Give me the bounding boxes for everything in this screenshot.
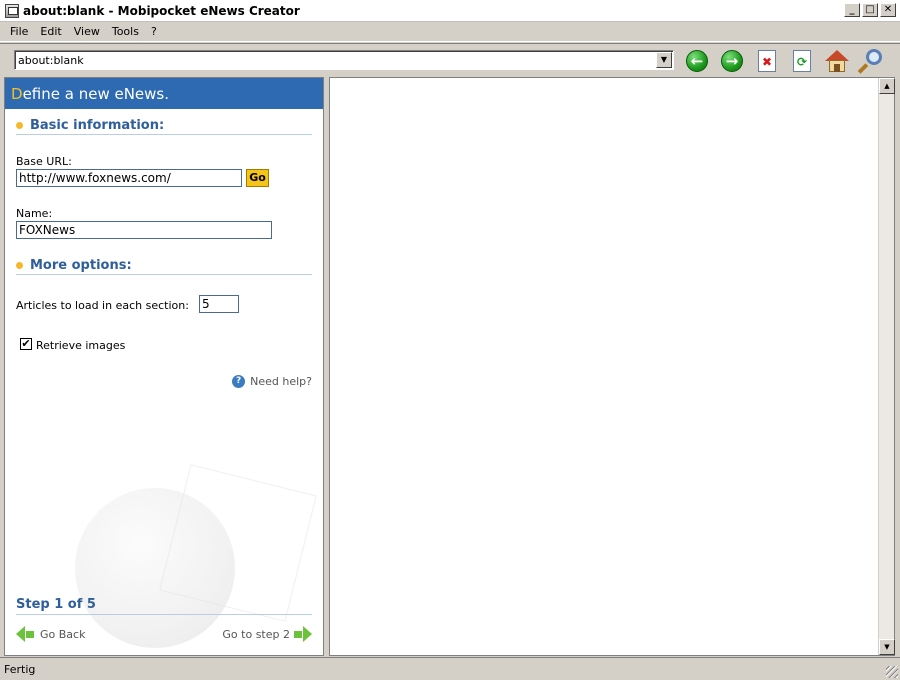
status-text: Fertig (4, 662, 36, 676)
address-bar[interactable]: about:blank ▼ (14, 50, 674, 70)
scroll-up-button[interactable]: ▲ (879, 78, 895, 94)
status-bar: Fertig (0, 657, 900, 680)
bullet-icon (16, 122, 23, 129)
toolbar: about:blank ▼ ← → ✖ ⟳ (0, 43, 900, 77)
panel-header-text: efine a new eNews. (22, 84, 170, 103)
back-arrow-icon (16, 626, 25, 642)
minimize-button[interactable]: _ (844, 3, 860, 17)
retrieve-images-label: Retrieve images (36, 339, 126, 352)
search-button[interactable] (857, 47, 886, 75)
bullet-icon (16, 262, 23, 269)
menu-tools[interactable]: Tools (106, 25, 145, 38)
maximize-button[interactable]: □ (862, 3, 878, 17)
app-window-icon[interactable] (5, 3, 19, 18)
back-arrow-shaft (26, 630, 34, 638)
resize-grip-icon[interactable] (886, 666, 898, 678)
basic-info-heading: Basic information: (16, 117, 312, 135)
more-options-title: More options: (30, 258, 132, 273)
menu-view[interactable]: View (68, 25, 106, 38)
menu-bar: File Edit View Tools ? (0, 22, 900, 42)
home-icon (825, 50, 849, 72)
need-help-text: Need help? (250, 375, 312, 388)
search-icon (857, 49, 884, 74)
window-controls: _ □ ✕ (844, 3, 896, 17)
home-button[interactable] (823, 47, 851, 75)
need-help-link[interactable]: ? Need help? (232, 375, 312, 388)
panel-header-accent: D (11, 84, 23, 103)
go-button[interactable]: Go (246, 169, 269, 187)
address-value[interactable]: about:blank (15, 54, 656, 67)
refresh-icon: ⟳ (793, 50, 811, 72)
close-button[interactable]: ✕ (880, 3, 896, 17)
forward-arrow-shaft (294, 630, 302, 638)
go-back-button[interactable]: Go Back (16, 626, 85, 642)
articles-label: Articles to load in each section: (16, 299, 189, 312)
basic-info-title: Basic information: (30, 118, 165, 133)
stop-button[interactable]: ✖ (753, 47, 781, 75)
scroll-down-button[interactable]: ▼ (879, 639, 895, 655)
base-url-label: Base URL: (16, 155, 72, 168)
browser-content[interactable]: ▲ ▼ (329, 77, 895, 656)
menu-help[interactable]: ? (145, 25, 163, 38)
window-title: about:blank - Mobipocket eNews Creator (23, 3, 300, 18)
back-button[interactable]: ← (683, 47, 711, 75)
base-url-input[interactable]: http://www.foxnews.com/ (16, 169, 242, 187)
vertical-scrollbar[interactable]: ▲ ▼ (878, 78, 895, 655)
name-input[interactable]: FOXNews (16, 221, 272, 239)
address-dropdown-button[interactable]: ▼ (656, 52, 672, 68)
name-label: Name: (16, 207, 53, 220)
title-bar: about:blank - Mobipocket eNews Creator _… (0, 0, 900, 22)
forward-button[interactable]: → (718, 47, 746, 75)
menu-edit[interactable]: Edit (34, 25, 67, 38)
articles-input[interactable]: 5 (199, 295, 239, 313)
go-to-step-2-button[interactable]: Go to step 2 (222, 626, 312, 642)
go-to-step-2-label: Go to step 2 (222, 627, 290, 641)
go-back-label: Go Back (40, 627, 86, 641)
forward-arrow-icon (303, 626, 312, 642)
help-icon: ? (232, 375, 246, 388)
step-indicator: Step 1 of 5 (16, 597, 312, 615)
retrieve-images-checkbox[interactable]: ✔ (20, 338, 32, 350)
menu-file[interactable]: File (4, 25, 34, 38)
enews-wizard-panel: Define a new eNews. Basic information: B… (4, 77, 324, 656)
forward-icon: → (721, 50, 743, 72)
more-options-heading: More options: (16, 257, 312, 275)
back-icon: ← (686, 50, 708, 72)
refresh-button[interactable]: ⟳ (788, 47, 816, 75)
panel-header: Define a new eNews. (5, 78, 323, 109)
stop-icon: ✖ (758, 50, 776, 72)
